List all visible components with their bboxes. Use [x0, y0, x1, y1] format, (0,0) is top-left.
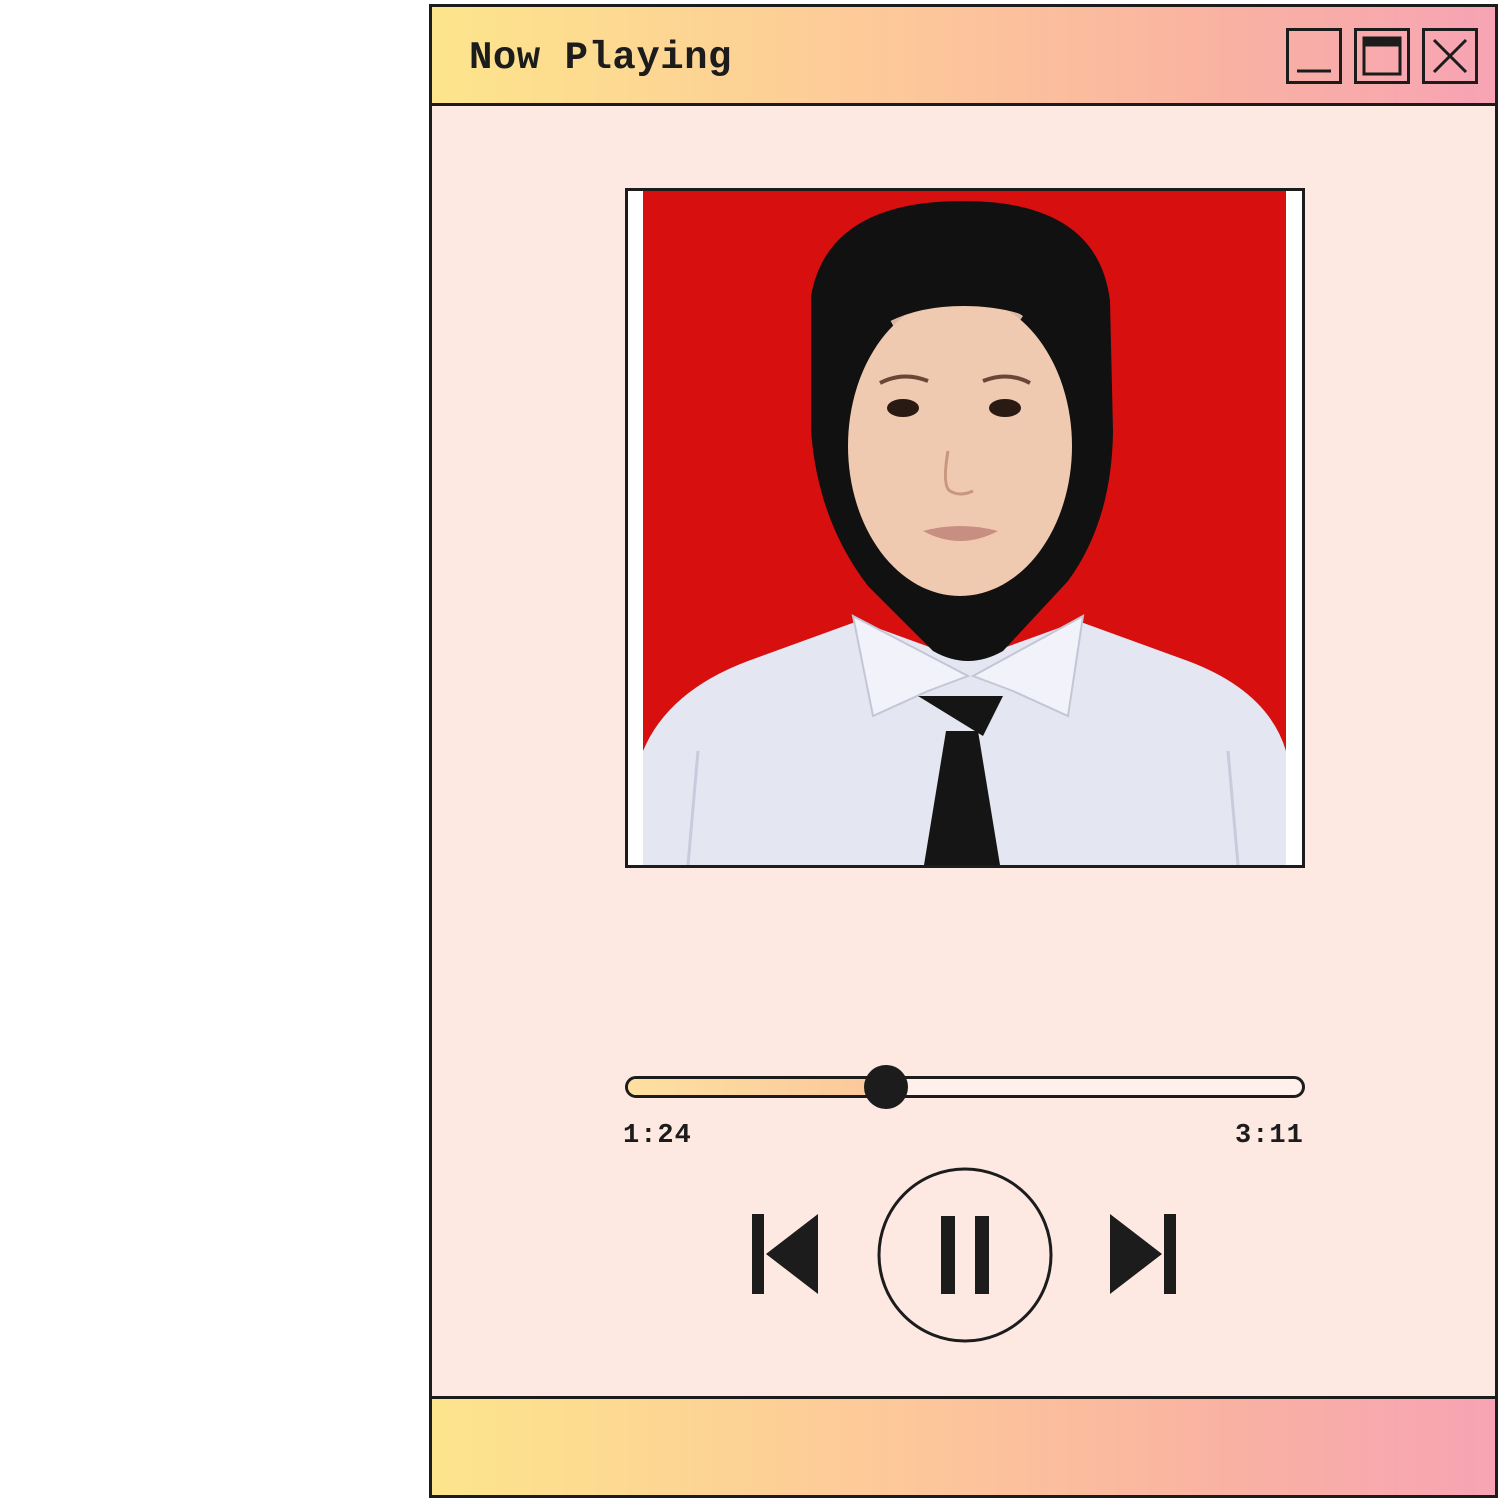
progress-fill — [628, 1079, 887, 1095]
progress-bar[interactable] — [625, 1076, 1305, 1098]
skip-next-icon — [1110, 1214, 1176, 1294]
portrait-photo — [628, 191, 1302, 865]
bottom-bar — [432, 1396, 1495, 1495]
close-button[interactable] — [1422, 28, 1478, 84]
maximize-button[interactable] — [1354, 28, 1410, 84]
player-window: Now Playing 1:24 3:11 — [429, 4, 1498, 1498]
pause-icon — [877, 1167, 1053, 1343]
close-icon — [1432, 38, 1468, 74]
minimize-button[interactable] — [1286, 28, 1342, 84]
title-bar[interactable]: Now Playing — [432, 7, 1495, 106]
elapsed-time: 1:24 — [623, 1121, 692, 1151]
next-button[interactable] — [1108, 1212, 1180, 1298]
total-time: 3:11 — [1235, 1121, 1304, 1151]
progress-knob[interactable] — [864, 1065, 909, 1109]
minimize-icon — [1297, 69, 1331, 73]
previous-button[interactable] — [750, 1212, 822, 1298]
skip-previous-icon — [752, 1214, 818, 1294]
pause-button[interactable] — [876, 1166, 1054, 1344]
album-art — [625, 188, 1305, 868]
window-title: Now Playing — [469, 36, 732, 80]
maximize-icon — [1362, 36, 1402, 76]
